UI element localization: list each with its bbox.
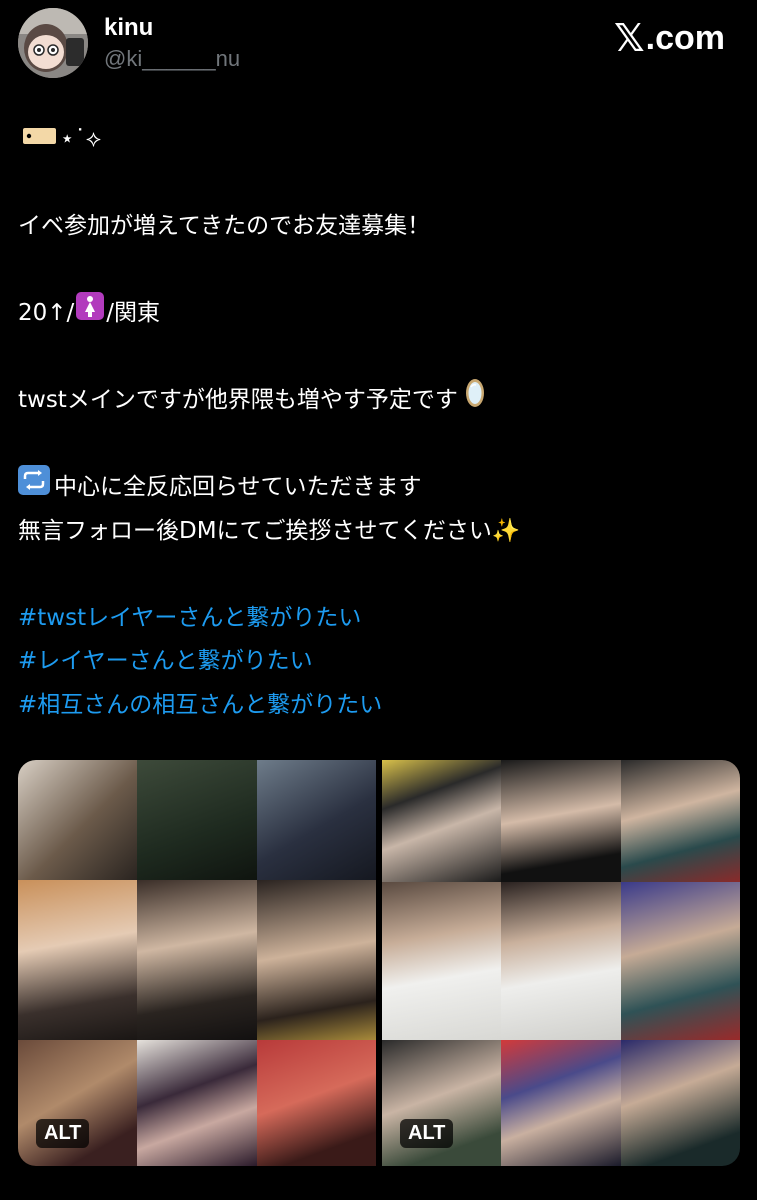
x-com-brand: 𝕏 .com — [614, 16, 725, 60]
photo-tile — [621, 760, 740, 882]
photo-tile — [18, 760, 137, 880]
hashtag-link[interactable]: #レイヤーさんと繋がりたい — [18, 640, 738, 684]
age-text: 20↑/ — [18, 300, 75, 326]
avatar[interactable] — [18, 8, 88, 78]
photo-tile — [137, 760, 257, 880]
photo-tile — [382, 760, 501, 882]
restroom-woman-icon — [76, 292, 105, 336]
tweet-line-decoration: ⋆˙⟡ — [18, 118, 738, 162]
mirror-icon — [464, 377, 486, 425]
photo-tile — [257, 760, 376, 880]
photo-tile — [257, 1040, 376, 1166]
reaction-text: 中心に全反応回らせていただきます — [54, 474, 422, 500]
photo-tile — [382, 882, 501, 1040]
label-tag-icon — [21, 118, 57, 162]
x-logo-icon: 𝕏 — [614, 16, 645, 60]
hashtag-link[interactable]: #twstレイヤーさんと繋がりたい — [18, 597, 738, 641]
fandom-text: twstメインですが他界隈も増やす予定です — [18, 387, 458, 413]
repeat-arrows-icon — [18, 465, 50, 511]
user-handle[interactable]: @ki______nu — [104, 46, 240, 72]
photo-tile — [137, 1040, 257, 1166]
photo-tile — [621, 882, 740, 1040]
alt-text-badge[interactable]: ALT — [36, 1119, 90, 1148]
photo-tile — [18, 880, 137, 1040]
alt-text-badge[interactable]: ALT — [400, 1119, 454, 1148]
photo-tile — [501, 760, 621, 882]
tweet-line: 中心に全反応回らせていただきます — [18, 465, 738, 511]
photo-tile — [501, 1040, 621, 1166]
tweet-line: twstメインですが他界隈も増やす予定です — [18, 379, 738, 423]
photo-tile — [257, 880, 376, 1040]
tweet-line: 無言フォロー後DMにてご挨拶させてください✨ — [18, 517, 521, 544]
photo-tile — [621, 1040, 740, 1166]
region-text: /関東 — [106, 300, 161, 326]
photo-tile — [501, 882, 621, 1040]
media-image-cosplay-collage-1[interactable]: ALT — [18, 760, 376, 1166]
media-gallery: ALT ALT — [18, 760, 740, 1166]
avatar-illustration — [18, 8, 88, 78]
tweet-line-profile: 20↑/ /関東 — [18, 292, 738, 336]
decoration-text: ⋆˙⟡ — [60, 126, 102, 152]
hashtag-link[interactable]: #相互さんの相互さんと繋がりたい — [18, 684, 738, 728]
tweet-line: イベ参加が増えてきたのでお友達募集！ — [18, 213, 431, 239]
media-image-cosplay-collage-2[interactable]: ALT — [382, 760, 740, 1166]
tweet-text: ⋆˙⟡ イベ参加が増えてきたのでお友達募集！ 20↑/ /関東 twstメインで… — [18, 118, 738, 727]
brand-domain: .com — [645, 18, 725, 57]
display-name[interactable]: kinu — [104, 14, 153, 42]
tweet-header: kinu @ki______nu 𝕏 .com — [0, 0, 757, 90]
photo-tile — [137, 880, 257, 1040]
